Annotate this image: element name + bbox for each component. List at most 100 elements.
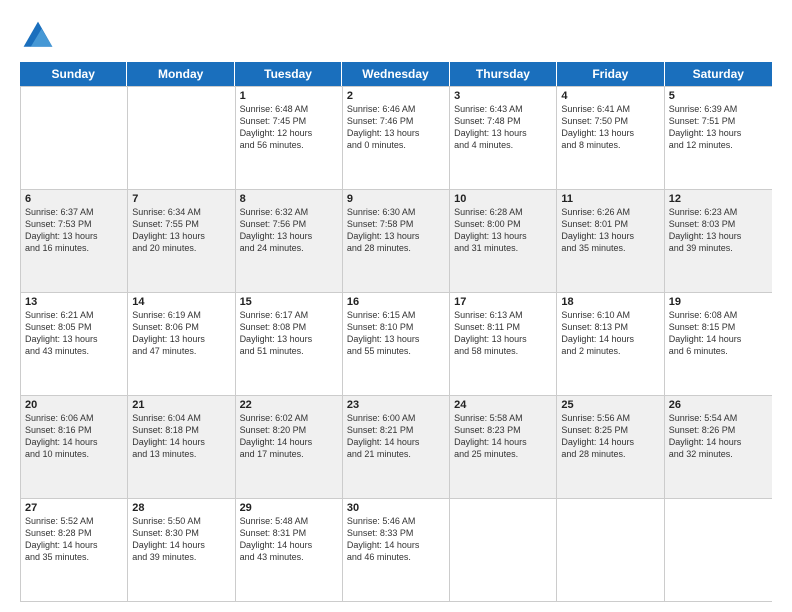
calendar-cell: 11Sunrise: 6:26 AM Sunset: 8:01 PM Dayli… (557, 190, 664, 292)
header (20, 18, 772, 54)
cell-info: Sunrise: 6:28 AM Sunset: 8:00 PM Dayligh… (454, 206, 552, 255)
day-number: 15 (240, 296, 338, 308)
day-number: 25 (561, 399, 659, 411)
cell-info: Sunrise: 6:30 AM Sunset: 7:58 PM Dayligh… (347, 206, 445, 255)
cell-info: Sunrise: 6:39 AM Sunset: 7:51 PM Dayligh… (669, 103, 768, 152)
logo (20, 18, 60, 54)
cell-info: Sunrise: 6:19 AM Sunset: 8:06 PM Dayligh… (132, 309, 230, 358)
calendar: SundayMondayTuesdayWednesdayThursdayFrid… (20, 62, 772, 602)
day-number: 8 (240, 193, 338, 205)
day-number: 5 (669, 90, 768, 102)
cell-info: Sunrise: 5:54 AM Sunset: 8:26 PM Dayligh… (669, 412, 768, 461)
calendar-cell: 24Sunrise: 5:58 AM Sunset: 8:23 PM Dayli… (450, 396, 557, 498)
cell-info: Sunrise: 6:00 AM Sunset: 8:21 PM Dayligh… (347, 412, 445, 461)
calendar-cell: 2Sunrise: 6:46 AM Sunset: 7:46 PM Daylig… (343, 87, 450, 189)
calendar-cell: 21Sunrise: 6:04 AM Sunset: 8:18 PM Dayli… (128, 396, 235, 498)
day-number: 12 (669, 193, 768, 205)
day-number: 2 (347, 90, 445, 102)
day-number: 24 (454, 399, 552, 411)
day-number: 17 (454, 296, 552, 308)
day-number: 26 (669, 399, 768, 411)
day-number: 30 (347, 502, 445, 514)
day-number: 18 (561, 296, 659, 308)
calendar-cell (128, 87, 235, 189)
calendar-cell: 25Sunrise: 5:56 AM Sunset: 8:25 PM Dayli… (557, 396, 664, 498)
calendar-row: 13Sunrise: 6:21 AM Sunset: 8:05 PM Dayli… (21, 292, 772, 395)
cell-info: Sunrise: 6:15 AM Sunset: 8:10 PM Dayligh… (347, 309, 445, 358)
calendar-cell: 23Sunrise: 6:00 AM Sunset: 8:21 PM Dayli… (343, 396, 450, 498)
weekday-header: Monday (127, 62, 234, 86)
calendar-cell (450, 499, 557, 601)
day-number: 27 (25, 502, 123, 514)
cell-info: Sunrise: 6:17 AM Sunset: 8:08 PM Dayligh… (240, 309, 338, 358)
cell-info: Sunrise: 6:13 AM Sunset: 8:11 PM Dayligh… (454, 309, 552, 358)
calendar-cell: 10Sunrise: 6:28 AM Sunset: 8:00 PM Dayli… (450, 190, 557, 292)
cell-info: Sunrise: 5:50 AM Sunset: 8:30 PM Dayligh… (132, 515, 230, 564)
calendar-cell (21, 87, 128, 189)
calendar-cell: 28Sunrise: 5:50 AM Sunset: 8:30 PM Dayli… (128, 499, 235, 601)
day-number: 16 (347, 296, 445, 308)
day-number: 11 (561, 193, 659, 205)
calendar-cell: 4Sunrise: 6:41 AM Sunset: 7:50 PM Daylig… (557, 87, 664, 189)
logo-icon (20, 18, 56, 54)
cell-info: Sunrise: 6:10 AM Sunset: 8:13 PM Dayligh… (561, 309, 659, 358)
cell-info: Sunrise: 5:52 AM Sunset: 8:28 PM Dayligh… (25, 515, 123, 564)
calendar-cell: 27Sunrise: 5:52 AM Sunset: 8:28 PM Dayli… (21, 499, 128, 601)
calendar-row: 20Sunrise: 6:06 AM Sunset: 8:16 PM Dayli… (21, 395, 772, 498)
calendar-cell: 16Sunrise: 6:15 AM Sunset: 8:10 PM Dayli… (343, 293, 450, 395)
calendar-cell: 17Sunrise: 6:13 AM Sunset: 8:11 PM Dayli… (450, 293, 557, 395)
day-number: 14 (132, 296, 230, 308)
day-number: 3 (454, 90, 552, 102)
cell-info: Sunrise: 6:41 AM Sunset: 7:50 PM Dayligh… (561, 103, 659, 152)
day-number: 1 (240, 90, 338, 102)
calendar-header: SundayMondayTuesdayWednesdayThursdayFrid… (20, 62, 772, 86)
cell-info: Sunrise: 5:58 AM Sunset: 8:23 PM Dayligh… (454, 412, 552, 461)
calendar-row: 1Sunrise: 6:48 AM Sunset: 7:45 PM Daylig… (21, 86, 772, 189)
weekday-header: Tuesday (235, 62, 342, 86)
day-number: 28 (132, 502, 230, 514)
calendar-cell: 12Sunrise: 6:23 AM Sunset: 8:03 PM Dayli… (665, 190, 772, 292)
calendar-cell: 5Sunrise: 6:39 AM Sunset: 7:51 PM Daylig… (665, 87, 772, 189)
cell-info: Sunrise: 6:06 AM Sunset: 8:16 PM Dayligh… (25, 412, 123, 461)
cell-info: Sunrise: 6:37 AM Sunset: 7:53 PM Dayligh… (25, 206, 123, 255)
weekday-header: Sunday (20, 62, 127, 86)
calendar-row: 6Sunrise: 6:37 AM Sunset: 7:53 PM Daylig… (21, 189, 772, 292)
cell-info: Sunrise: 6:08 AM Sunset: 8:15 PM Dayligh… (669, 309, 768, 358)
calendar-row: 27Sunrise: 5:52 AM Sunset: 8:28 PM Dayli… (21, 498, 772, 601)
calendar-cell: 7Sunrise: 6:34 AM Sunset: 7:55 PM Daylig… (128, 190, 235, 292)
calendar-cell: 19Sunrise: 6:08 AM Sunset: 8:15 PM Dayli… (665, 293, 772, 395)
cell-info: Sunrise: 6:02 AM Sunset: 8:20 PM Dayligh… (240, 412, 338, 461)
calendar-cell: 15Sunrise: 6:17 AM Sunset: 8:08 PM Dayli… (236, 293, 343, 395)
calendar-cell: 6Sunrise: 6:37 AM Sunset: 7:53 PM Daylig… (21, 190, 128, 292)
day-number: 4 (561, 90, 659, 102)
day-number: 6 (25, 193, 123, 205)
cell-info: Sunrise: 6:26 AM Sunset: 8:01 PM Dayligh… (561, 206, 659, 255)
calendar-cell: 9Sunrise: 6:30 AM Sunset: 7:58 PM Daylig… (343, 190, 450, 292)
calendar-cell: 26Sunrise: 5:54 AM Sunset: 8:26 PM Dayli… (665, 396, 772, 498)
day-number: 9 (347, 193, 445, 205)
weekday-header: Wednesday (342, 62, 449, 86)
cell-info: Sunrise: 5:48 AM Sunset: 8:31 PM Dayligh… (240, 515, 338, 564)
weekday-header: Friday (557, 62, 664, 86)
cell-info: Sunrise: 6:04 AM Sunset: 8:18 PM Dayligh… (132, 412, 230, 461)
calendar-cell (665, 499, 772, 601)
calendar-cell: 3Sunrise: 6:43 AM Sunset: 7:48 PM Daylig… (450, 87, 557, 189)
day-number: 7 (132, 193, 230, 205)
calendar-cell: 18Sunrise: 6:10 AM Sunset: 8:13 PM Dayli… (557, 293, 664, 395)
calendar-cell (557, 499, 664, 601)
weekday-header: Thursday (450, 62, 557, 86)
day-number: 29 (240, 502, 338, 514)
cell-info: Sunrise: 6:48 AM Sunset: 7:45 PM Dayligh… (240, 103, 338, 152)
calendar-cell: 14Sunrise: 6:19 AM Sunset: 8:06 PM Dayli… (128, 293, 235, 395)
cell-info: Sunrise: 6:46 AM Sunset: 7:46 PM Dayligh… (347, 103, 445, 152)
page: SundayMondayTuesdayWednesdayThursdayFrid… (0, 0, 792, 612)
calendar-cell: 20Sunrise: 6:06 AM Sunset: 8:16 PM Dayli… (21, 396, 128, 498)
calendar-cell: 13Sunrise: 6:21 AM Sunset: 8:05 PM Dayli… (21, 293, 128, 395)
cell-info: Sunrise: 5:56 AM Sunset: 8:25 PM Dayligh… (561, 412, 659, 461)
day-number: 21 (132, 399, 230, 411)
day-number: 10 (454, 193, 552, 205)
day-number: 19 (669, 296, 768, 308)
calendar-body: 1Sunrise: 6:48 AM Sunset: 7:45 PM Daylig… (20, 86, 772, 602)
cell-info: Sunrise: 6:21 AM Sunset: 8:05 PM Dayligh… (25, 309, 123, 358)
calendar-cell: 29Sunrise: 5:48 AM Sunset: 8:31 PM Dayli… (236, 499, 343, 601)
